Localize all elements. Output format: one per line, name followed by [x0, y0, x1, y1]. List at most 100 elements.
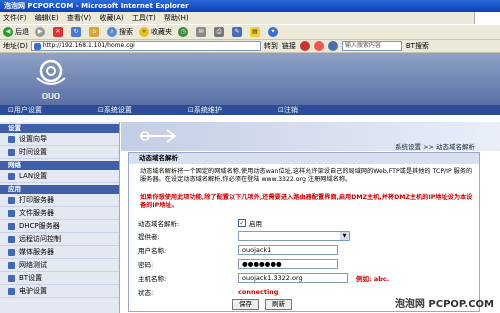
save-button[interactable]: 保存: [232, 299, 259, 310]
sidebar-item-lan[interactable]: LAN设置: [0, 170, 119, 183]
form-description: 动态域名解析将一个固定的网域名称,使用动态wan位址,这样允许架设自己的局域网的…: [140, 168, 473, 183]
remote-icon: [8, 235, 15, 243]
provider-select[interactable]: ▼: [238, 230, 350, 241]
host-row: 主机名称: ouojack1.3322.org 例如: abc.: [138, 271, 468, 284]
sidebar-item-emule[interactable]: 电驴设置: [0, 285, 119, 298]
enable-row: 动态域名解析: ✓ 启用: [138, 216, 468, 229]
menu-tools[interactable]: 工具(T): [132, 14, 156, 22]
print-button[interactable]: ⎙: [214, 27, 226, 37]
server-icon: [8, 222, 15, 230]
form-warning: 如果你想使用此项功能,除了配置以下几项外,还需要进入路由器配置界面,启用DMZ主…: [140, 194, 473, 209]
menu-bar: 文件(F) 编辑(E) 查看(V) 收藏(A) 工具(T) 帮助(H): [0, 12, 500, 24]
address-input[interactable]: http://192.168.1.101/home.cgi: [30, 41, 261, 51]
nav-system-settings[interactable]: ⊡系统设置: [90, 105, 180, 115]
menu-edit[interactable]: 编辑(E): [35, 14, 59, 22]
ouo-logo: OUO: [30, 58, 72, 104]
username-input[interactable]: ouojack1: [238, 244, 338, 255]
host-input[interactable]: ouojack1.3322.org: [238, 272, 348, 283]
printer-icon: [8, 196, 15, 204]
status-value: connecting: [238, 287, 279, 296]
menu-view[interactable]: 查看(V): [67, 14, 91, 22]
username-row: 用户名称: ouojack1: [138, 243, 468, 256]
folder-icon: [8, 209, 15, 217]
refresh-button[interactable]: ↻: [71, 27, 83, 37]
sidebar-item-media-server[interactable]: 媒体服务器: [0, 246, 119, 259]
host-label: 主机名称:: [138, 274, 167, 283]
toolbar-app2-icon[interactable]: [313, 41, 324, 51]
sidebar-item-bt[interactable]: BT设置: [0, 272, 119, 285]
address-label: 地址(D): [3, 42, 28, 50]
bt-search-button[interactable]: BT搜索: [406, 41, 429, 51]
history-button[interactable]: ◷: [178, 27, 190, 37]
form-title: 动态域名解析: [129, 153, 479, 164]
sidebar-item-remote-access[interactable]: 远程访问控制: [0, 233, 119, 246]
logo-text: OUO: [42, 92, 60, 101]
sidebar-section-apps: 应用: [0, 185, 119, 194]
status-label: 状态:: [138, 288, 154, 297]
watermark: 泡泡网 PCPOP.COM: [394, 299, 494, 310]
links-label[interactable]: 链接: [282, 41, 296, 51]
forward-button[interactable]: ▶: [35, 27, 47, 37]
stop-button[interactable]: ✕: [53, 27, 65, 37]
refresh-icon: ↻: [71, 27, 81, 37]
refresh-form-button[interactable]: 刷新: [265, 299, 292, 310]
form-buttons: 保存 刷新: [232, 298, 352, 311]
sidebar-item-print-server[interactable]: 打印服务器: [0, 194, 119, 207]
top-nav: ⊡用户设置 ⊡系统设置 ⊡系统维护 ⊡注销: [0, 105, 500, 115]
search-button[interactable]: ⌕ 搜索: [107, 27, 133, 37]
menu-favorites[interactable]: 收藏(A): [99, 14, 123, 22]
password-row: 密码: ●●●●●●●: [138, 257, 468, 270]
home-icon: ⌂: [89, 27, 99, 37]
edit-icon: ✎: [232, 27, 242, 37]
password-input[interactable]: ●●●●●●●: [238, 258, 338, 269]
toolbar: ◀ 后退 ▶ ✕ ↻ ⌂ ⌕ 搜索 ★ 收藏夹 ◷ ✉ ⎙ ✎ ▤ ✦: [0, 24, 500, 40]
provider-row: 提供者: ▼: [138, 229, 468, 242]
mail-icon: ✉: [196, 27, 206, 37]
nav-user-settings[interactable]: ⊡用户设置: [0, 105, 90, 115]
clock-icon: [8, 148, 15, 156]
go-button[interactable]: 转到: [264, 41, 278, 51]
search-label: 搜索: [119, 28, 133, 36]
star-icon: ★: [139, 27, 149, 37]
search-box[interactable]: 输入搜索内容: [341, 41, 402, 51]
sidebar: 设置 设置向导 时间设置 网络 LAN设置 应用 打印服务器 文件服务器 DHC…: [0, 122, 120, 313]
home-button[interactable]: ⌂: [89, 27, 101, 37]
chevron-down-icon: ▼: [340, 231, 349, 240]
windows-logo-icon: [474, 12, 500, 24]
print-icon: ⎙: [214, 27, 224, 37]
window-title: 泡泡网 PCPOP.COM - Microsoft Internet Explo…: [0, 0, 500, 12]
page-icon: [33, 42, 41, 50]
favorites-button[interactable]: ★ 收藏夹: [139, 27, 172, 37]
sidebar-item-wizard[interactable]: 设置向导: [0, 133, 119, 146]
enable-value: 启用: [249, 219, 262, 228]
password-label: 密码:: [138, 260, 154, 269]
nav-logout[interactable]: ⊡注销: [270, 105, 360, 115]
toolbar-app3-icon[interactable]: [327, 41, 338, 51]
media-icon: [8, 248, 15, 256]
sidebar-item-network-test[interactable]: 网络测试: [0, 259, 119, 272]
breadcrumb: 系统设置 >> 动态域名解析: [395, 143, 476, 151]
sidebar-section-network: 网络: [0, 161, 119, 170]
note-button[interactable]: ▤: [250, 27, 262, 37]
nav-system-maintenance[interactable]: ⊡系统维护: [180, 105, 270, 115]
bt-icon: [8, 274, 15, 282]
sidebar-item-file-server[interactable]: 文件服务器: [0, 207, 119, 220]
menu-help[interactable]: 帮助(H): [164, 14, 189, 22]
edit-button[interactable]: ✎: [232, 27, 244, 37]
enable-checkbox[interactable]: ✓: [238, 218, 246, 227]
username-label: 用户名称:: [138, 246, 167, 255]
sidebar-item-time[interactable]: 时间设置: [0, 146, 119, 159]
messenger-button[interactable]: ✦: [268, 27, 280, 37]
sidebar-item-dhcp[interactable]: DHCP服务器: [0, 220, 119, 233]
mail-button[interactable]: ✉: [196, 27, 208, 37]
address-bar: 地址(D) http://192.168.1.101/home.cgi 转到 链…: [0, 40, 500, 53]
toolbar-app-icon[interactable]: [299, 41, 310, 51]
menu-file[interactable]: 文件(F): [3, 14, 27, 22]
search-icon: ⌕: [107, 27, 117, 37]
provider-label: 提供者:: [138, 232, 160, 241]
back-button[interactable]: ◀ 后退: [3, 27, 29, 37]
messenger-icon: ✦: [268, 27, 278, 37]
forward-arrow-icon: ▶: [35, 27, 45, 37]
note-icon: ▤: [250, 27, 260, 37]
stop-icon: ✕: [53, 27, 63, 37]
